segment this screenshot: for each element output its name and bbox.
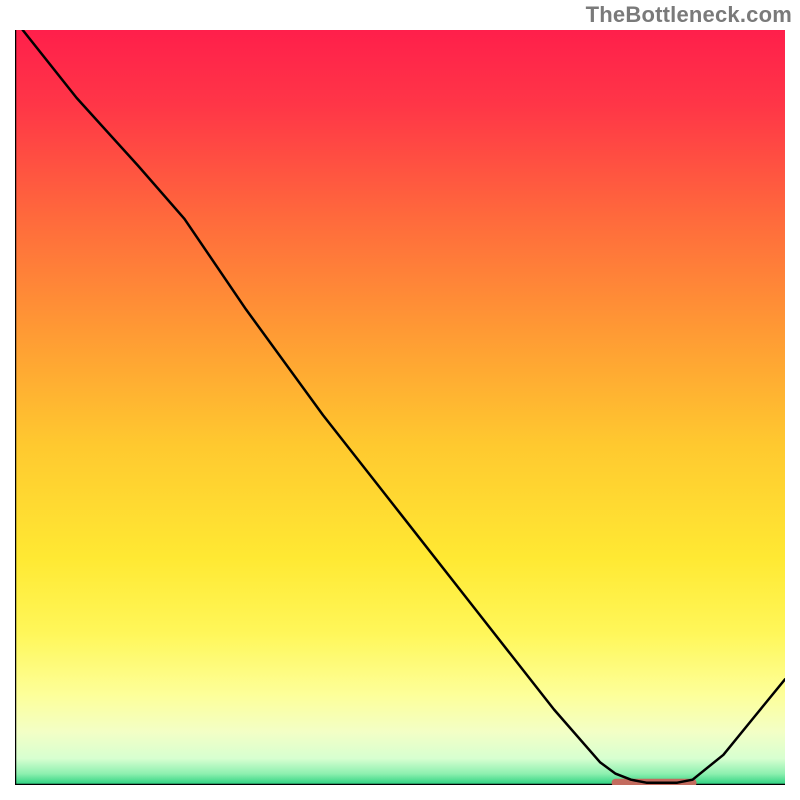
bottleneck-curve — [23, 30, 785, 783]
plot-area — [15, 30, 785, 785]
watermark-text: TheBottleneck.com — [586, 2, 792, 28]
data-layer — [15, 30, 785, 785]
chart-stage: TheBottleneck.com — [0, 0, 800, 800]
